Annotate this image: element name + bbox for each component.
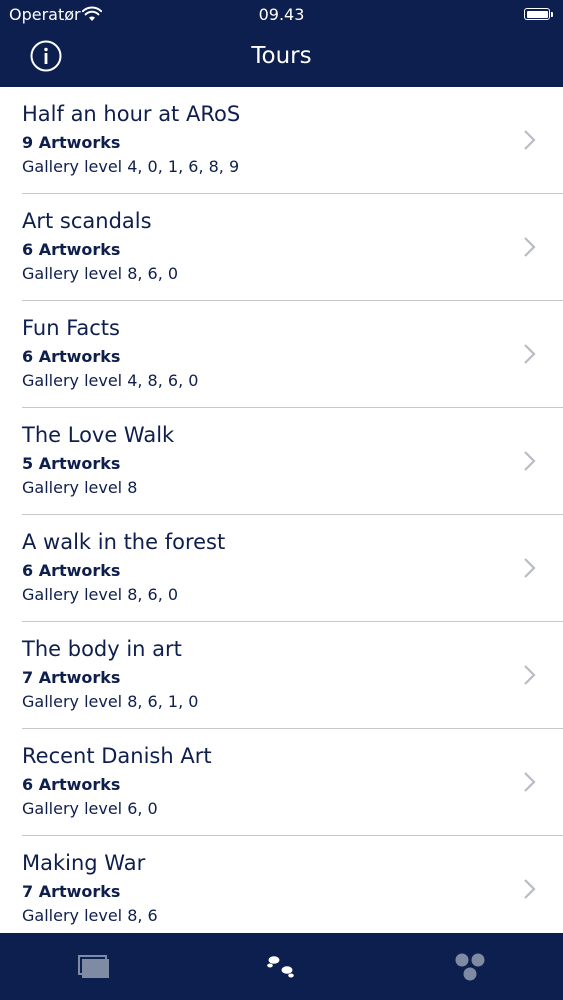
chevron-right-icon (524, 558, 536, 578)
chevron-right-icon (524, 879, 536, 899)
tour-row[interactable]: A walk in the forest 6 Artworks Gallery le… (0, 515, 563, 622)
tour-title: A walk in the forest (22, 530, 226, 554)
tour-gallery-levels: Gallery level 8, 6, 0 (22, 585, 179, 604)
tab-collection[interactable] (0, 933, 187, 1000)
tour-row[interactable]: The Love Walk 5 Artworks Gallery level 8 (0, 408, 563, 515)
tour-title: Art scandals (22, 209, 152, 233)
footprints-icon (266, 955, 294, 977)
status-bar: Operatør 09.43 (0, 0, 563, 30)
tour-artwork-count: 7 Artworks (22, 882, 121, 901)
tab-bar (0, 933, 563, 1000)
tour-artwork-count: 6 Artworks (22, 240, 121, 259)
tour-row[interactable]: Fun Facts 6 Artworks Gallery level 4, 8, 6… (0, 301, 563, 408)
tour-gallery-levels: Gallery level 4, 8, 6, 0 (22, 371, 199, 390)
tour-title: The body in art (22, 637, 182, 661)
tour-title: Fun Facts (22, 316, 120, 340)
tour-artwork-count: 5 Artworks (22, 454, 121, 473)
tour-gallery-levels: Gallery level 6, 0 (22, 799, 158, 818)
tour-title: Recent Danish Art (22, 744, 212, 768)
tour-artwork-count: 9 Artworks (22, 133, 121, 152)
tab-tours[interactable] (187, 933, 374, 1000)
tour-title: The Love Walk (22, 423, 175, 447)
status-time: 09.43 (258, 5, 305, 24)
chevron-right-icon (524, 665, 536, 685)
tour-row[interactable]: Art scandals 6 Artworks Gallery level 8, 6… (0, 194, 563, 301)
tour-artwork-count: 6 Artworks (22, 775, 121, 794)
chevron-right-icon (524, 237, 536, 257)
chevron-right-icon (524, 344, 536, 364)
tour-gallery-levels: Gallery level 8, 6 (22, 906, 158, 925)
chevron-right-icon (524, 451, 536, 471)
tour-gallery-levels: Gallery level 8, 6, 1, 0 (22, 692, 199, 711)
tour-artwork-count: 7 Artworks (22, 668, 121, 687)
battery-icon (524, 8, 554, 22)
navigation-bar: Operatør 09.43 Tours (0, 0, 563, 87)
tour-row[interactable]: Recent Danish Art 6 Artworks Gallery level… (0, 729, 563, 836)
tour-title: Making War (22, 851, 146, 875)
tab-more[interactable] (376, 933, 563, 1000)
chevron-right-icon (524, 130, 536, 150)
tour-gallery-levels: Gallery level 8 (22, 478, 138, 497)
tour-gallery-levels: Gallery level 8, 6, 0 (22, 264, 179, 283)
tour-row[interactable]: Making War 7 Artworks Gallery level 8, 6 (0, 836, 563, 933)
tours-list: Half an hour at ARoS 9 Artworks Gallery le… (0, 87, 563, 933)
page-title: Tours (251, 43, 312, 69)
tour-title: Half an hour at ARoS (22, 102, 241, 126)
tour-row[interactable]: The body in art 7 Artworks Gallery level 8… (0, 622, 563, 729)
tour-gallery-levels: Gallery level 4, 0, 1, 6, 8, 9 (22, 157, 240, 176)
tour-artwork-count: 6 Artworks (22, 347, 121, 366)
three-dots-icon (455, 953, 484, 980)
tour-row[interactable]: Half an hour at ARoS 9 Artworks Gallery le… (0, 87, 563, 194)
tour-artwork-count: 6 Artworks (22, 561, 121, 580)
chevron-right-icon (524, 772, 536, 792)
stacked-cards-icon (77, 954, 109, 978)
